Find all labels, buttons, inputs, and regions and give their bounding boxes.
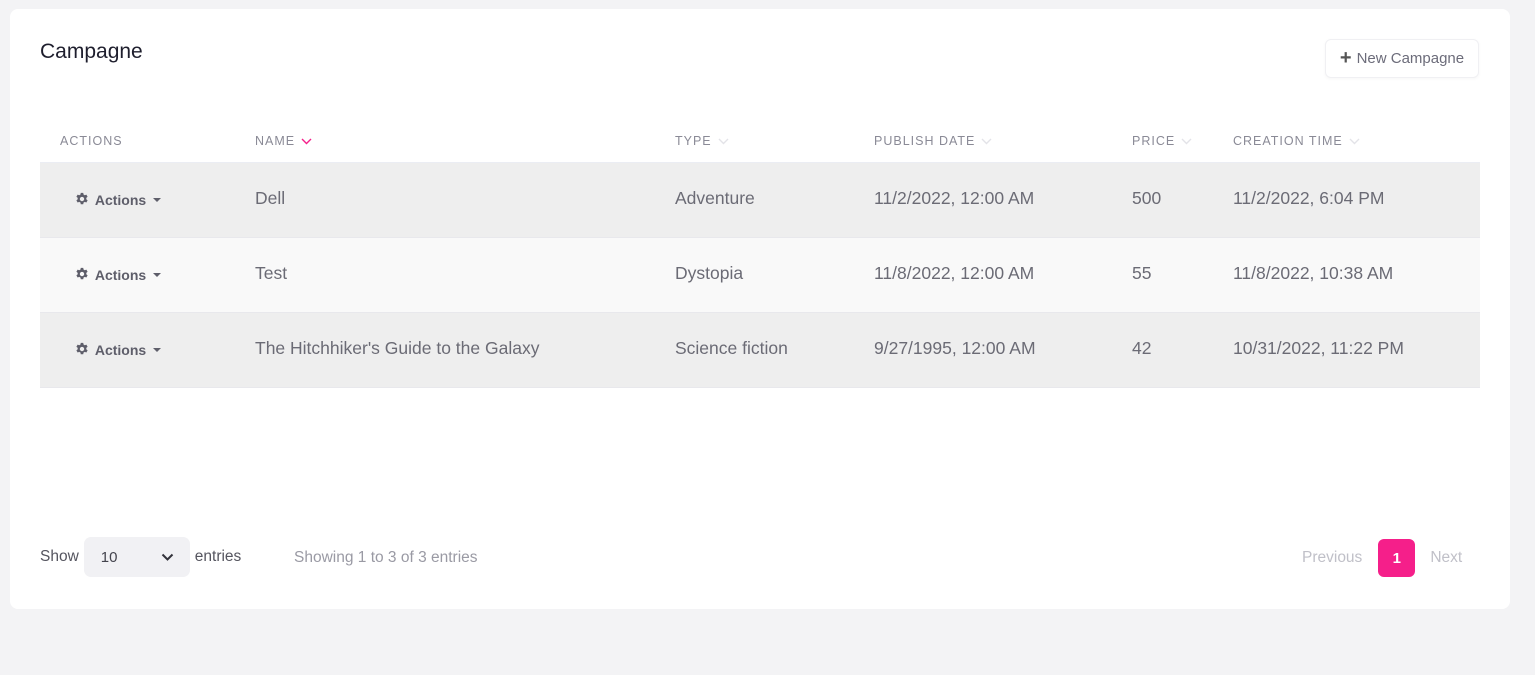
- column-header-publish-date[interactable]: PUBLISH DATE: [874, 134, 992, 148]
- cell-price: 500: [1132, 188, 1162, 208]
- cell-name: Dell: [255, 188, 286, 208]
- row-actions-label: Actions: [94, 192, 147, 208]
- plus-icon: +: [1339, 46, 1352, 69]
- row-actions-button[interactable]: Actions: [56, 328, 180, 372]
- campagne-table: ACTIONS NAME TYPE PUBLISH DATE PRICE CRE…: [40, 123, 1480, 388]
- column-header-actions: ACTIONS: [60, 134, 123, 148]
- sort-icon: [718, 138, 729, 145]
- row-actions-button[interactable]: Actions: [56, 253, 180, 297]
- column-header-name[interactable]: NAME: [255, 134, 312, 148]
- table-row: Actions Test Dystopia 11/8/2022, 12:00 A…: [40, 238, 1480, 313]
- cell-type: Science fiction: [675, 338, 788, 358]
- cell-name: The Hitchhiker's Guide to the Galaxy: [255, 338, 540, 358]
- column-header-type[interactable]: TYPE: [675, 134, 729, 148]
- gear-icon: [75, 192, 89, 209]
- table-header: ACTIONS NAME TYPE PUBLISH DATE PRICE CRE…: [40, 123, 1480, 163]
- pagination: Previous 1 Next: [1286, 539, 1462, 577]
- row-actions-label: Actions: [94, 267, 147, 283]
- caret-down-icon: [153, 198, 162, 202]
- page-size-select[interactable]: 10: [83, 537, 190, 577]
- caret-down-icon: [153, 273, 162, 277]
- page-size-value: 10: [100, 548, 118, 566]
- page-button-current[interactable]: 1: [1378, 539, 1416, 577]
- chevron-down-icon: [161, 549, 174, 566]
- entries-info: Showing 1 to 3 of 3 entries: [294, 549, 478, 566]
- page-size-control: Show 10 entries: [40, 537, 241, 577]
- cell-publish-date: 11/8/2022, 12:00 AM: [874, 263, 1035, 283]
- caret-down-icon: [153, 348, 162, 352]
- new-campagne-button[interactable]: + New Campagne: [1325, 39, 1479, 78]
- column-header-price[interactable]: PRICE: [1132, 134, 1192, 148]
- sort-icon: [1181, 138, 1192, 145]
- cell-creation-time: 11/2/2022, 6:04 PM: [1233, 188, 1385, 208]
- gear-icon: [75, 342, 89, 359]
- page-title: Campagne: [40, 40, 143, 63]
- cell-type: Adventure: [675, 188, 755, 208]
- row-actions-button[interactable]: Actions: [56, 178, 180, 222]
- cell-publish-date: 11/2/2022, 12:00 AM: [874, 188, 1035, 208]
- gear-icon: [75, 267, 89, 284]
- cell-price: 55: [1132, 263, 1152, 283]
- sort-icon: [1349, 138, 1360, 145]
- sort-icon: [981, 138, 992, 145]
- table-row: Actions The Hitchhiker's Guide to the Ga…: [40, 313, 1480, 388]
- sort-desc-icon: [301, 138, 312, 145]
- cell-name: Test: [255, 263, 288, 283]
- table-row: Actions Dell Adventure 11/2/2022, 12:00 …: [40, 163, 1480, 238]
- cell-type: Dystopia: [675, 263, 744, 283]
- column-header-creation-time[interactable]: CREATION TIME: [1233, 134, 1360, 148]
- next-page-button[interactable]: Next: [1430, 549, 1462, 567]
- cell-publish-date: 9/27/1995, 12:00 AM: [874, 338, 1036, 358]
- cell-creation-time: 10/31/2022, 11:22 PM: [1233, 338, 1404, 358]
- new-campagne-label: New Campagne: [1356, 50, 1465, 67]
- show-label: Show: [40, 548, 79, 565]
- previous-page-button[interactable]: Previous: [1302, 549, 1362, 567]
- entries-label: entries: [194, 548, 242, 565]
- cell-price: 42: [1132, 338, 1152, 358]
- cell-creation-time: 11/8/2022, 10:38 AM: [1233, 263, 1394, 283]
- campagne-card: Campagne + New Campagne ACTIONS NAME TYP…: [10, 9, 1510, 609]
- row-actions-label: Actions: [94, 342, 147, 358]
